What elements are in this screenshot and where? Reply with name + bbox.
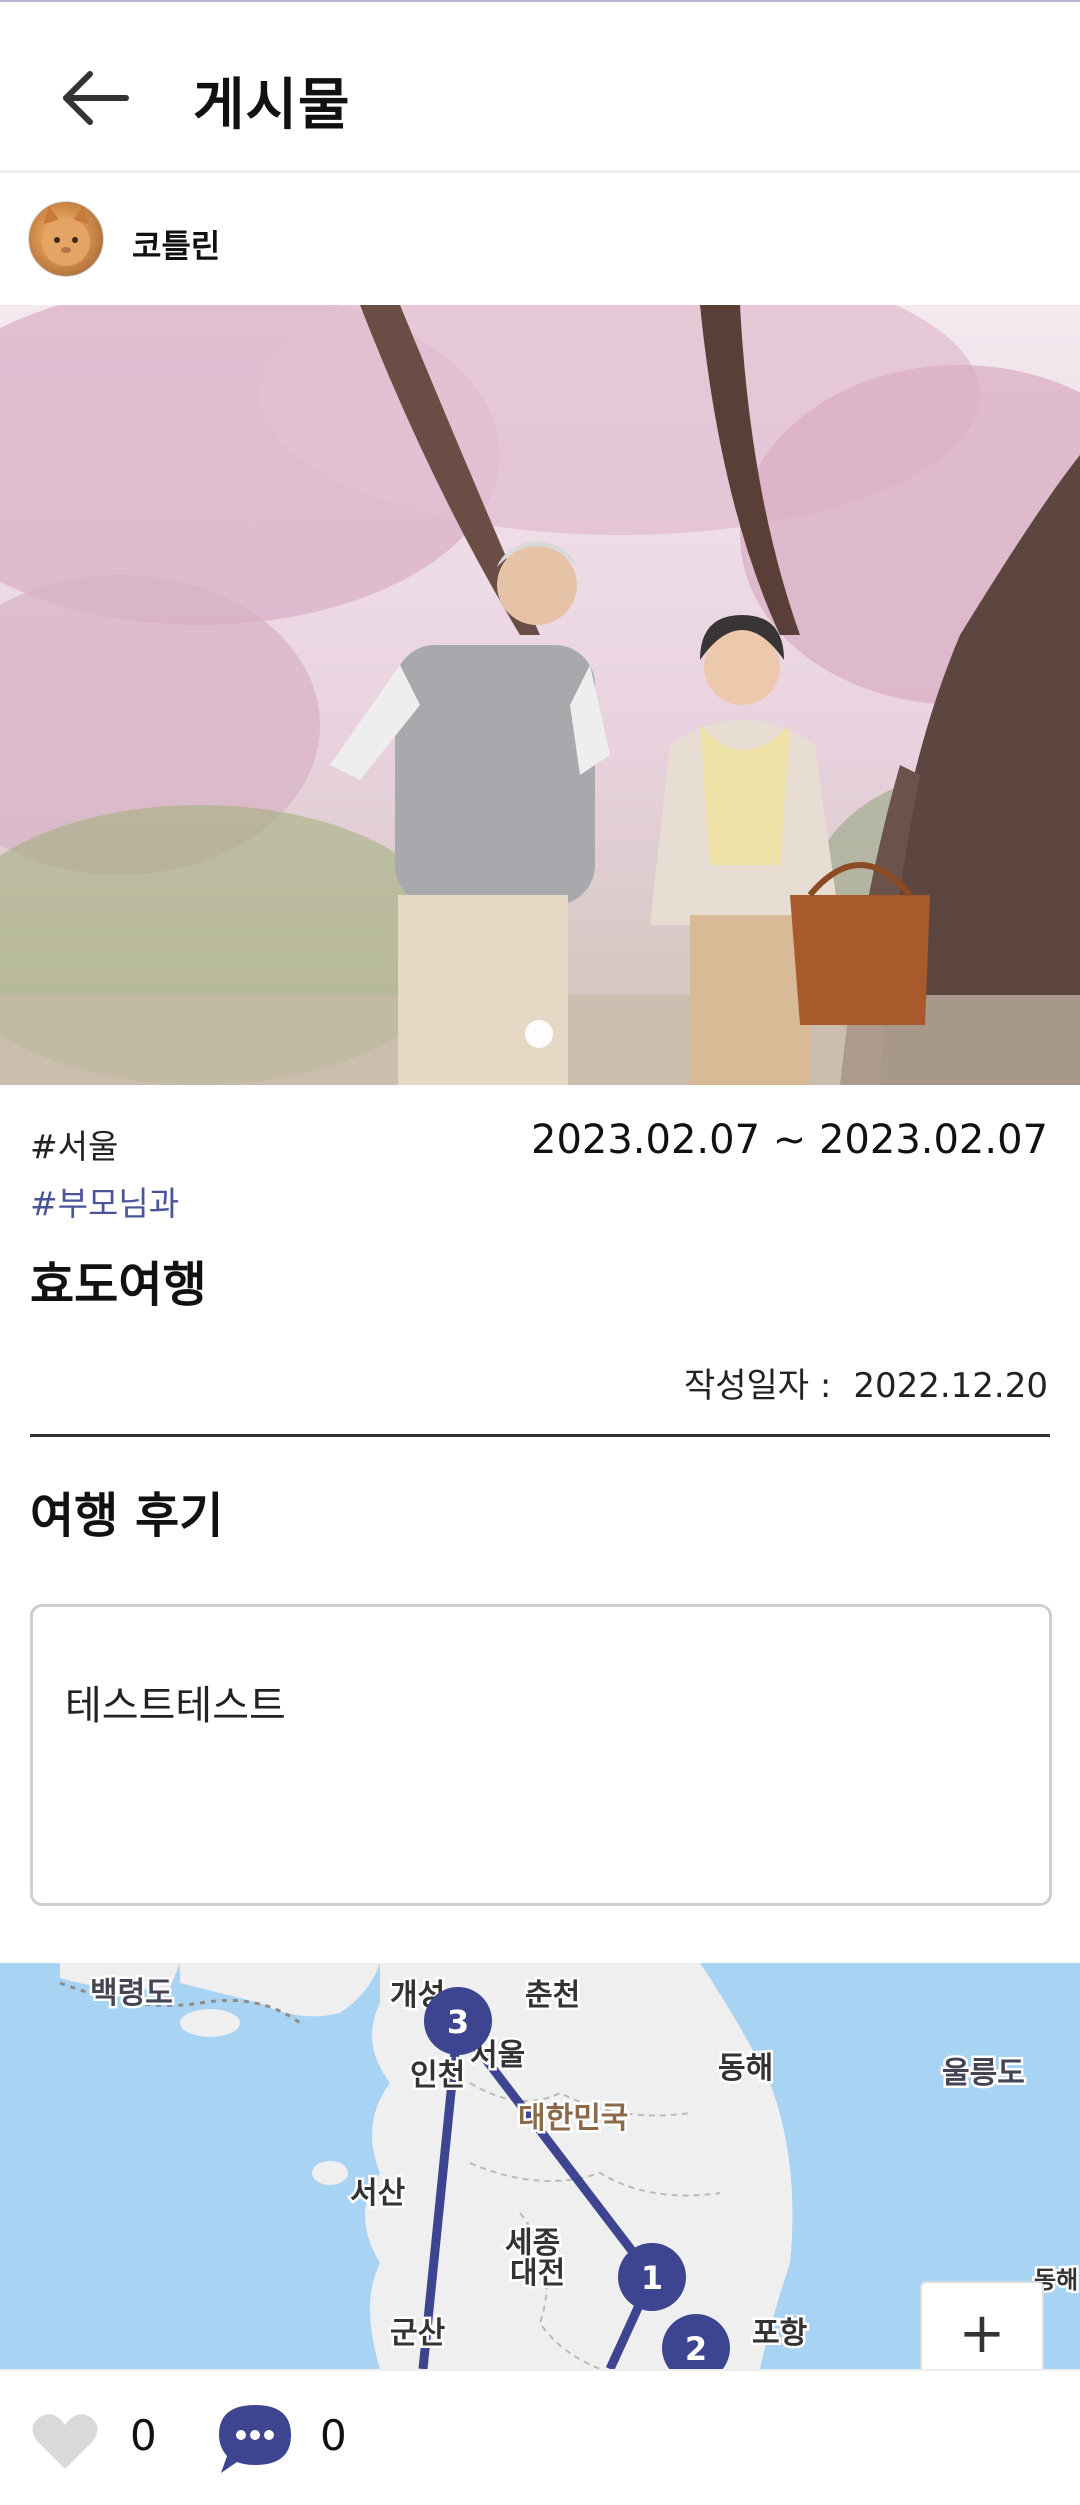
arrow-left-icon bbox=[63, 71, 129, 125]
comment-icon[interactable] bbox=[215, 2401, 295, 2477]
map-label-ulleungdo: 울릉도 bbox=[942, 2056, 1025, 2091]
post-photo[interactable] bbox=[0, 305, 1080, 1085]
map-label-korea: 대한민국 bbox=[518, 2101, 628, 2136]
map-label-gunsan: 군산 bbox=[390, 2316, 446, 2351]
written-date-value: 2022.12.20 bbox=[853, 1366, 1048, 1406]
page-title: 게시물 bbox=[193, 73, 351, 138]
map-label-pohang: 포항 bbox=[752, 2316, 808, 2351]
cherry-blossom-photo bbox=[0, 305, 1080, 1085]
bottom-action-bar: 0 0 bbox=[0, 2369, 1080, 2505]
avatar[interactable] bbox=[28, 201, 104, 277]
map-label-chuncheon: 춘천 bbox=[525, 1978, 580, 2013]
map-label-daejeon: 대전 bbox=[510, 2256, 565, 2291]
back-button[interactable] bbox=[52, 58, 142, 138]
cat-avatar-image bbox=[42, 206, 90, 266]
route-marker-1-label: 1 bbox=[641, 2259, 663, 2297]
author-row[interactable]: 코틀린 bbox=[0, 173, 1080, 305]
map-label-donghae: 동해 bbox=[718, 2051, 773, 2086]
route-marker-2-label: 2 bbox=[685, 2330, 707, 2368]
app-bar: 게시물 bbox=[0, 2, 1080, 170]
heart-icon[interactable] bbox=[30, 2411, 100, 2473]
review-text: 테스트테스트 bbox=[65, 1683, 286, 1729]
review-box: 테스트테스트 bbox=[30, 1604, 1052, 1906]
zoom-in-button[interactable]: + bbox=[920, 2281, 1044, 2369]
post-title: 효도여행 bbox=[30, 1257, 207, 1313]
written-date-row: 작성일자 : 2022.12.20 bbox=[684, 1358, 1048, 1407]
map-label-baengnyeongdo: 백령도 bbox=[90, 1976, 173, 2011]
travel-date-range: 2023.02.07 ~ 2023.02.07 bbox=[531, 1117, 1048, 1163]
like-count: 0 bbox=[130, 2411, 157, 2460]
route-map[interactable]: 백령도 개성 춘천 서울 인천 동해 울릉도 대한민국 서산 세종 대전 군산 … bbox=[0, 1963, 1080, 2369]
carousel-indicator bbox=[525, 1020, 553, 1048]
author-name[interactable]: 코틀린 bbox=[132, 221, 220, 267]
map-label-seosan: 서산 bbox=[350, 2176, 406, 2211]
tag-companion[interactable]: #부모님과 bbox=[30, 1177, 179, 1225]
map-label-incheon: 인천 bbox=[410, 2058, 465, 2093]
section-divider bbox=[30, 1434, 1050, 1437]
tag-location[interactable]: #서울 bbox=[30, 1120, 118, 1168]
written-date-label: 작성일자 : bbox=[683, 1366, 832, 1406]
route-marker-3-label: 3 bbox=[447, 2003, 469, 2041]
plus-icon: + bbox=[958, 2301, 1006, 2366]
comment-count: 0 bbox=[320, 2411, 347, 2460]
review-section-title: 여행 후기 bbox=[30, 1488, 224, 1544]
map-canvas: 백령도 개성 춘천 서울 인천 동해 울릉도 대한민국 서산 세종 대전 군산 … bbox=[59, 1963, 1080, 2369]
